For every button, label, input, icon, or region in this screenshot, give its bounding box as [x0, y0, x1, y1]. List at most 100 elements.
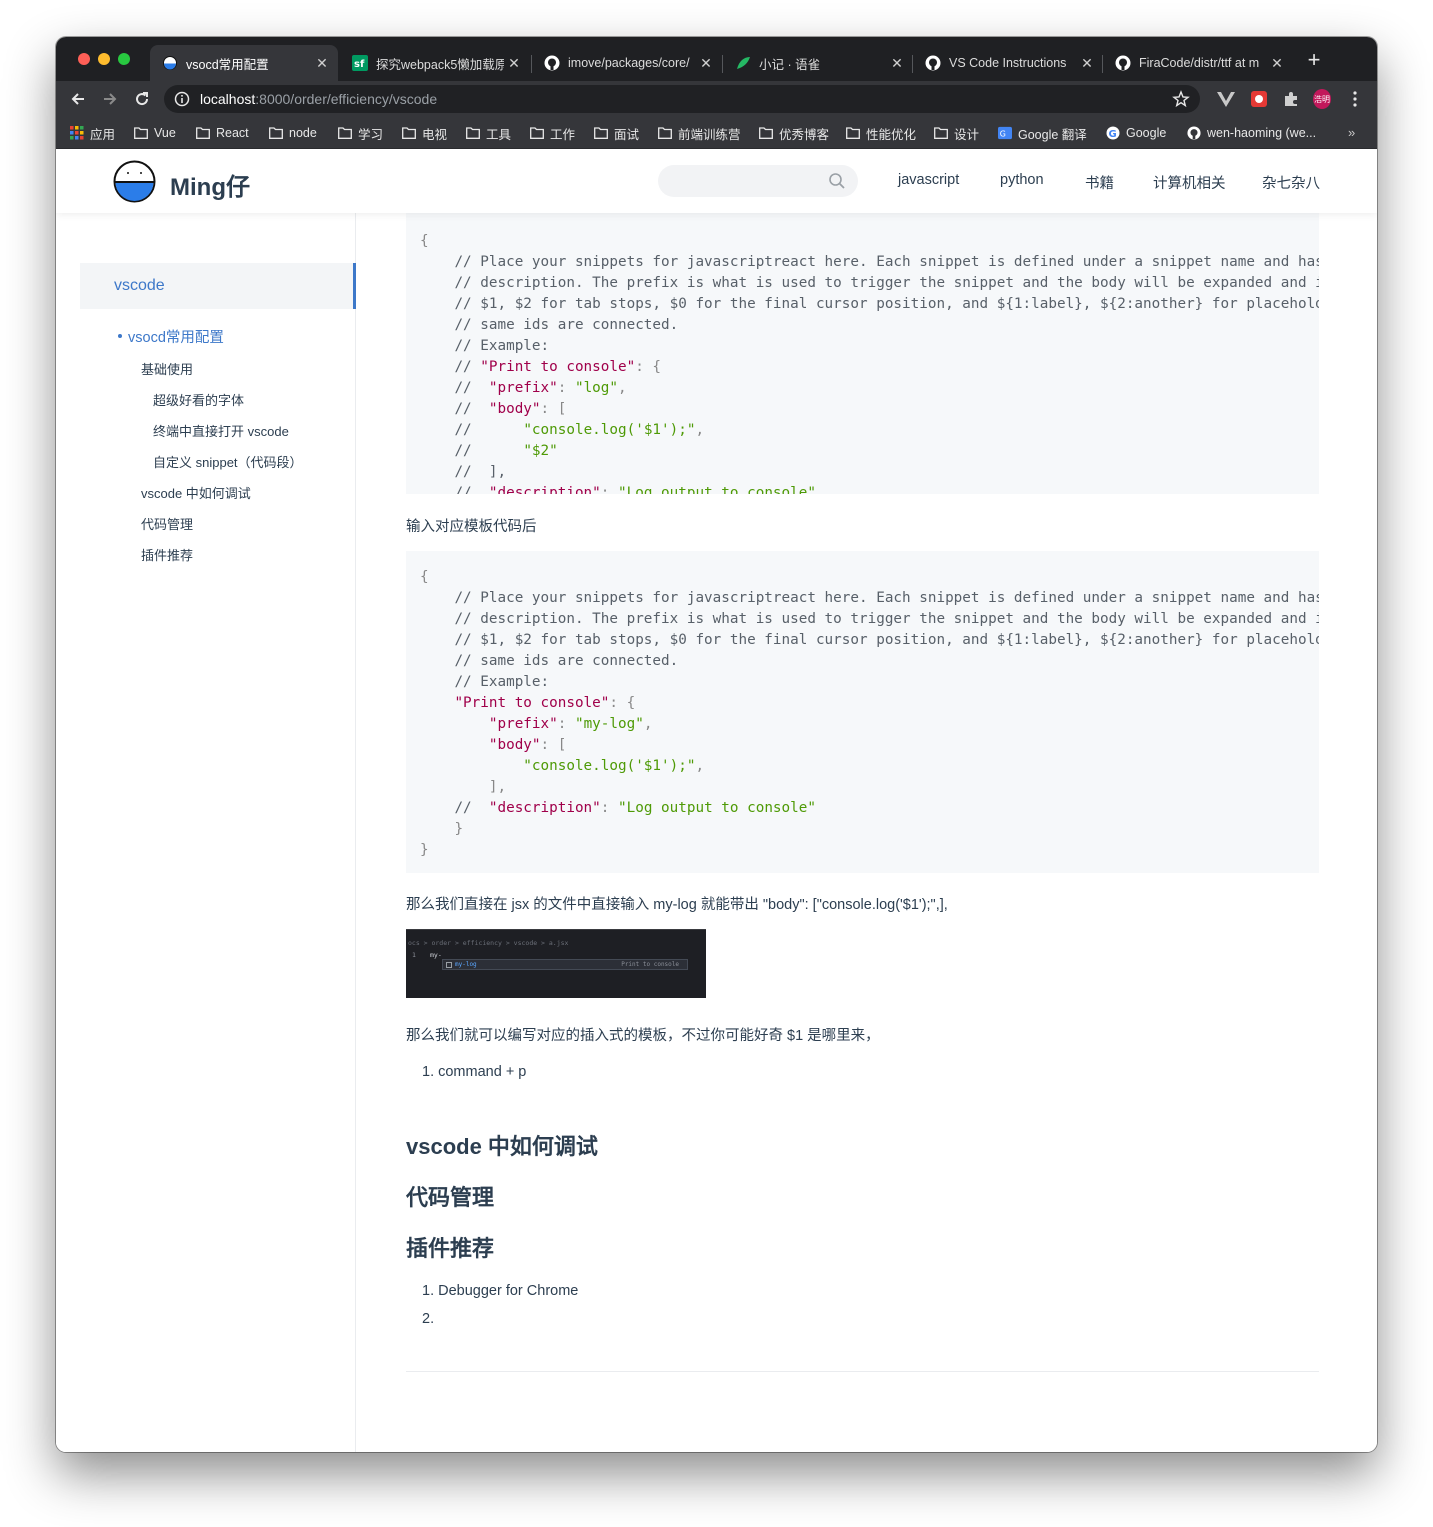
bookmark-folder-training[interactable]: 前端训练营: [658, 123, 741, 143]
bookmark-github-profile[interactable]: wen-haoming (we...: [1187, 123, 1316, 143]
bookmark-label: 电视: [422, 127, 448, 142]
extensions-puzzle-icon[interactable]: [1282, 90, 1300, 108]
tab-vscode-instructions[interactable]: VS Code Instructions ✕: [913, 45, 1103, 81]
menu-kebab-icon[interactable]: [1346, 90, 1364, 108]
folder-icon: [530, 126, 544, 140]
sidebar-item-label: vsocd常用配置: [128, 330, 224, 346]
nav-link-cs[interactable]: 计算机相关: [1153, 172, 1226, 193]
paragraph-placeholder-question: 那么我们就可以编写对应的插入式的模板，不过你可能好奇 $1 是哪里来，: [406, 1028, 880, 1044]
new-tab-button[interactable]: +: [1303, 49, 1325, 71]
extension-red-icon[interactable]: [1250, 90, 1268, 108]
tab-title: 小记 · 语雀: [759, 57, 821, 72]
paragraph-after-template: 输入对应模板代码后: [406, 519, 537, 535]
bookmark-folder-blogs[interactable]: 优秀博客: [759, 123, 829, 143]
close-tab-icon[interactable]: ✕: [696, 55, 716, 72]
tab-webpack[interactable]: sf 探究webpack5懒加载原 ✕: [340, 45, 530, 81]
sidebar-item-snippet[interactable]: 自定义 snippet（代码段）: [153, 452, 303, 471]
sidebar-item-active[interactable]: vsocd常用配置: [118, 326, 224, 347]
bookmark-label: React: [216, 126, 249, 140]
google-translate-icon: G: [998, 126, 1012, 140]
apps-grid-icon: [70, 126, 84, 140]
close-tab-icon[interactable]: ✕: [1077, 55, 1097, 72]
tab-yuque[interactable]: 小记 · 语雀 ✕: [723, 45, 913, 81]
vue-devtools-icon[interactable]: [1217, 90, 1235, 108]
bookmark-star-icon[interactable]: [1172, 90, 1190, 108]
code-block-text: { // Place your snippets for javascriptr…: [420, 233, 1319, 494]
yuque-icon: [735, 55, 751, 71]
site-title[interactable]: Ming仔: [170, 167, 250, 202]
folder-icon: [658, 126, 672, 140]
close-window-button[interactable]: [78, 53, 90, 65]
nav-link-books[interactable]: 书籍: [1085, 172, 1114, 193]
close-tab-icon[interactable]: ✕: [504, 55, 524, 72]
bookmark-label: Google: [1126, 126, 1167, 140]
bookmark-folder-vue[interactable]: Vue: [134, 123, 176, 143]
svg-text:G: G: [1109, 129, 1117, 140]
bookmark-label: 前端训练营: [678, 127, 741, 142]
bookmark-apps[interactable]: 应用: [70, 123, 115, 143]
search-input[interactable]: [658, 165, 858, 197]
content-divider: [406, 1371, 1319, 1372]
bookmarks-overflow-button[interactable]: »: [1348, 125, 1355, 140]
bookmark-folder-study[interactable]: 学习: [338, 123, 383, 143]
tab-title: VS Code Instructions: [949, 56, 1067, 70]
folder-icon: [402, 126, 416, 140]
bookmark-folder-interview[interactable]: 面试: [594, 123, 639, 143]
sidebar-item-fonts[interactable]: 超级好看的字体: [153, 390, 244, 409]
nav-link-misc[interactable]: 杂七杂八: [1262, 172, 1320, 193]
bookmark-folder-react[interactable]: React: [196, 123, 249, 143]
sidebar-item-plugins[interactable]: 插件推荐: [141, 545, 193, 564]
bookmark-folder-node[interactable]: node: [269, 123, 317, 143]
bookmark-folder-perf[interactable]: 性能优化: [846, 123, 916, 143]
nav-link-python[interactable]: python: [1000, 172, 1044, 188]
nav-link-javascript[interactable]: javascript: [898, 172, 959, 188]
bookmark-folder-work[interactable]: 工作: [530, 123, 575, 143]
bookmark-folder-tv[interactable]: 电视: [402, 123, 447, 143]
folder-icon: [759, 126, 773, 140]
info-icon[interactable]: [174, 91, 190, 107]
bookmark-google-translate[interactable]: G Google 翻译: [998, 123, 1087, 143]
tab-title: vsocd常用配置: [186, 57, 269, 72]
bookmark-label: 面试: [614, 127, 640, 142]
tab-title: FiraCode/distr/ttf at m: [1139, 56, 1260, 70]
address-bar[interactable]: localhost:8000/order/efficiency/vscode: [164, 85, 1200, 113]
close-tab-icon[interactable]: ✕: [312, 55, 332, 72]
screenshot-line-number: 1: [412, 951, 416, 959]
screenshot-breadcrumb: ocs > order > efficiency > vscode > a.js…: [408, 939, 569, 947]
bookmarks-bar: 应用 Vue React node 学习 电视 工具 工作 面试 前端训练营 优…: [56, 117, 1377, 149]
github-icon: [544, 55, 560, 71]
close-tab-icon[interactable]: ✕: [887, 55, 907, 72]
bookmark-label: 工作: [550, 127, 576, 142]
bookmark-google[interactable]: G Google: [1106, 123, 1166, 143]
snippet-icon: [446, 962, 452, 968]
sidebar-item-debug[interactable]: vscode 中如何调试: [141, 483, 251, 502]
sidebar-group-vscode[interactable]: vscode: [80, 263, 356, 309]
forward-arrow-icon[interactable]: [100, 89, 120, 109]
zoom-window-button[interactable]: [118, 53, 130, 65]
url-host: localhost: [200, 91, 256, 107]
reload-icon[interactable]: [132, 89, 152, 109]
bookmark-folder-design[interactable]: 设计: [934, 123, 979, 143]
site-logo-icon[interactable]: [113, 160, 156, 203]
folder-icon: [594, 126, 608, 140]
folder-icon: [466, 126, 480, 140]
heading-vcs: 代码管理: [406, 1185, 495, 1210]
svg-text:sf: sf: [354, 59, 365, 70]
bookmark-label: 性能优化: [866, 127, 917, 142]
close-tab-icon[interactable]: ✕: [1267, 55, 1287, 72]
screenshot-suggestion-detail: Print to console: [621, 961, 679, 968]
minimize-window-button[interactable]: [98, 53, 110, 65]
folder-icon: [338, 126, 352, 140]
code-block-2: { // Place your snippets for javascriptr…: [406, 551, 1319, 873]
sidebar: vscode vsocd常用配置 基础使用 超级好看的字体 终端中直接打开 vs…: [56, 213, 356, 1452]
code-block-text: { // Place your snippets for javascriptr…: [420, 569, 1319, 858]
back-arrow-icon[interactable]: [68, 89, 88, 109]
tab-firacode[interactable]: FiraCode/distr/ttf at m ✕: [1103, 45, 1293, 81]
sidebar-item-terminal[interactable]: 终端中直接打开 vscode: [153, 421, 289, 440]
tab-imove[interactable]: imove/packages/core/ ✕: [532, 45, 722, 81]
sidebar-item-basics[interactable]: 基础使用: [141, 359, 193, 378]
bookmark-folder-tools[interactable]: 工具: [466, 123, 511, 143]
profile-avatar[interactable]: 浩明: [1313, 89, 1331, 109]
sidebar-item-vcs[interactable]: 代码管理: [141, 514, 193, 533]
tab-vscode-config[interactable]: vsocd常用配置 ✕: [150, 45, 338, 81]
